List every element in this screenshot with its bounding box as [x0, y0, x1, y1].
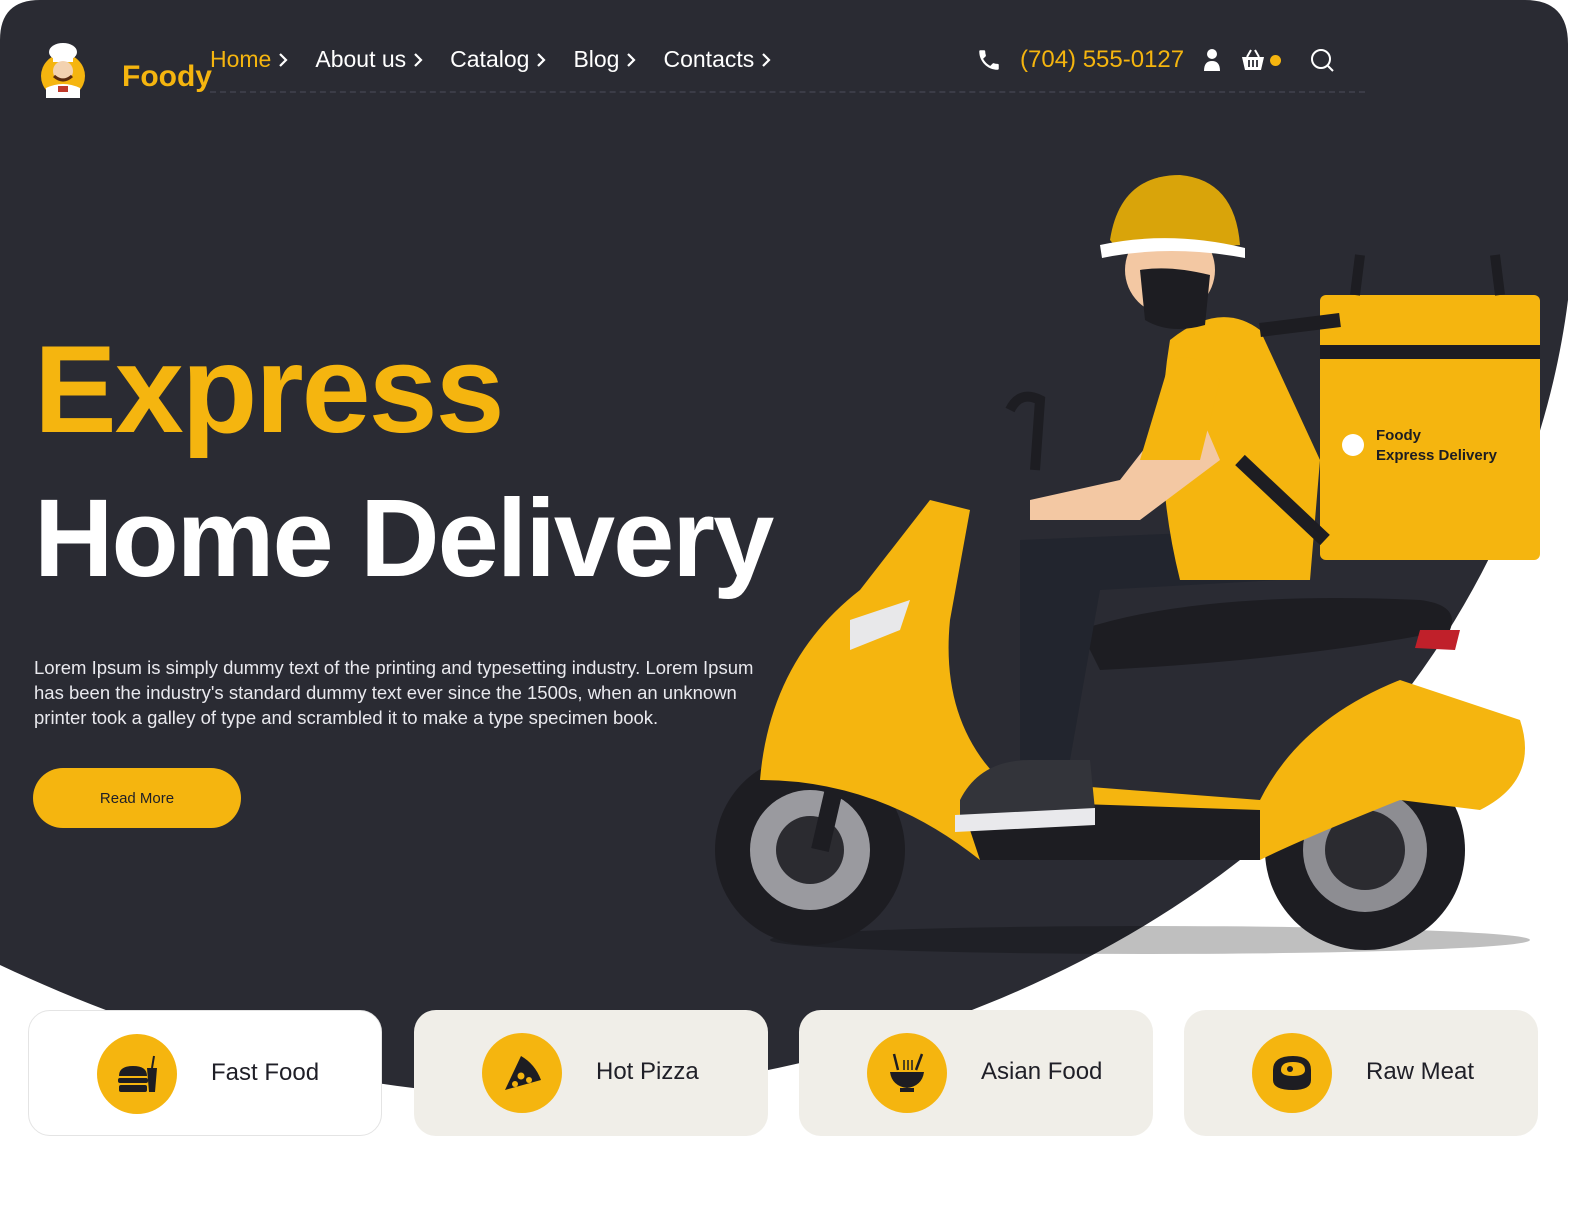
chevron-right-icon — [279, 52, 288, 67]
category-label: Fast Food — [211, 1059, 320, 1086]
burger-soda-icon — [97, 1034, 177, 1114]
category-card-fast-food[interactable]: Fast Food — [28, 1010, 382, 1136]
header-divider — [210, 91, 1365, 93]
chevron-right-icon — [762, 52, 771, 67]
chevron-right-icon — [537, 52, 546, 67]
user-icon[interactable] — [1202, 48, 1222, 72]
nav-item-blog[interactable]: Blog — [573, 46, 637, 73]
category-label: Asian Food — [981, 1058, 1103, 1085]
noodle-bowl-icon — [867, 1033, 947, 1113]
category-card-hot-pizza[interactable]: Hot Pizza — [414, 1010, 768, 1136]
nav-item-home[interactable]: Home — [210, 46, 289, 73]
nav-item-label: Contacts — [663, 46, 755, 72]
cart-button[interactable] — [1240, 48, 1282, 72]
hero-title-accent: Express — [34, 321, 505, 459]
chevron-right-icon — [414, 52, 423, 67]
cart-badge — [1270, 54, 1282, 66]
nav-item-contacts[interactable]: Contacts — [663, 46, 772, 73]
header-actions: (704) 555-0127 — [976, 46, 1335, 74]
delivery-courier-image: Foody Express Delivery — [715, 175, 1540, 954]
brand-name: Foody — [122, 60, 212, 93]
nav-item-label: Catalog — [450, 46, 530, 72]
bag-tagline-text: Express Delivery — [1376, 447, 1498, 464]
main-nav: Home About us Catalog Blog Contacts — [210, 46, 772, 73]
nav-item-label: Blog — [573, 46, 620, 72]
read-more-button[interactable]: Read More — [33, 768, 241, 828]
cart-icon — [1242, 49, 1265, 70]
search-icon[interactable] — [1309, 47, 1335, 73]
hero-description: Lorem Ipsum is simply dummy text of the … — [34, 656, 754, 728]
chef-logo-icon — [41, 43, 85, 98]
page: Foody Home About us Catalog Blog Contact… — [0, 0, 1575, 1224]
category-label: Hot Pizza — [596, 1058, 699, 1085]
nav-item-catalog[interactable]: Catalog — [450, 46, 547, 73]
phone-number[interactable]: (704) 555-0127 — [1020, 46, 1184, 74]
pizza-icon — [482, 1033, 562, 1113]
category-label: Raw Meat — [1366, 1058, 1475, 1085]
bag-brand-text: Foody — [1376, 427, 1422, 444]
nav-item-about[interactable]: About us — [315, 46, 424, 73]
nav-item-label: About us — [315, 46, 407, 72]
nav-item-label: Home — [210, 46, 272, 72]
phone-icon[interactable] — [976, 47, 1002, 73]
hero-title: Home Delivery — [34, 477, 774, 600]
chevron-right-icon — [627, 52, 637, 67]
brand-logo[interactable]: Foody — [34, 40, 212, 100]
category-card-raw-meat[interactable]: Raw Meat — [1184, 1010, 1538, 1136]
steak-icon — [1252, 1033, 1332, 1113]
category-card-asian-food[interactable]: Asian Food — [799, 1010, 1153, 1136]
